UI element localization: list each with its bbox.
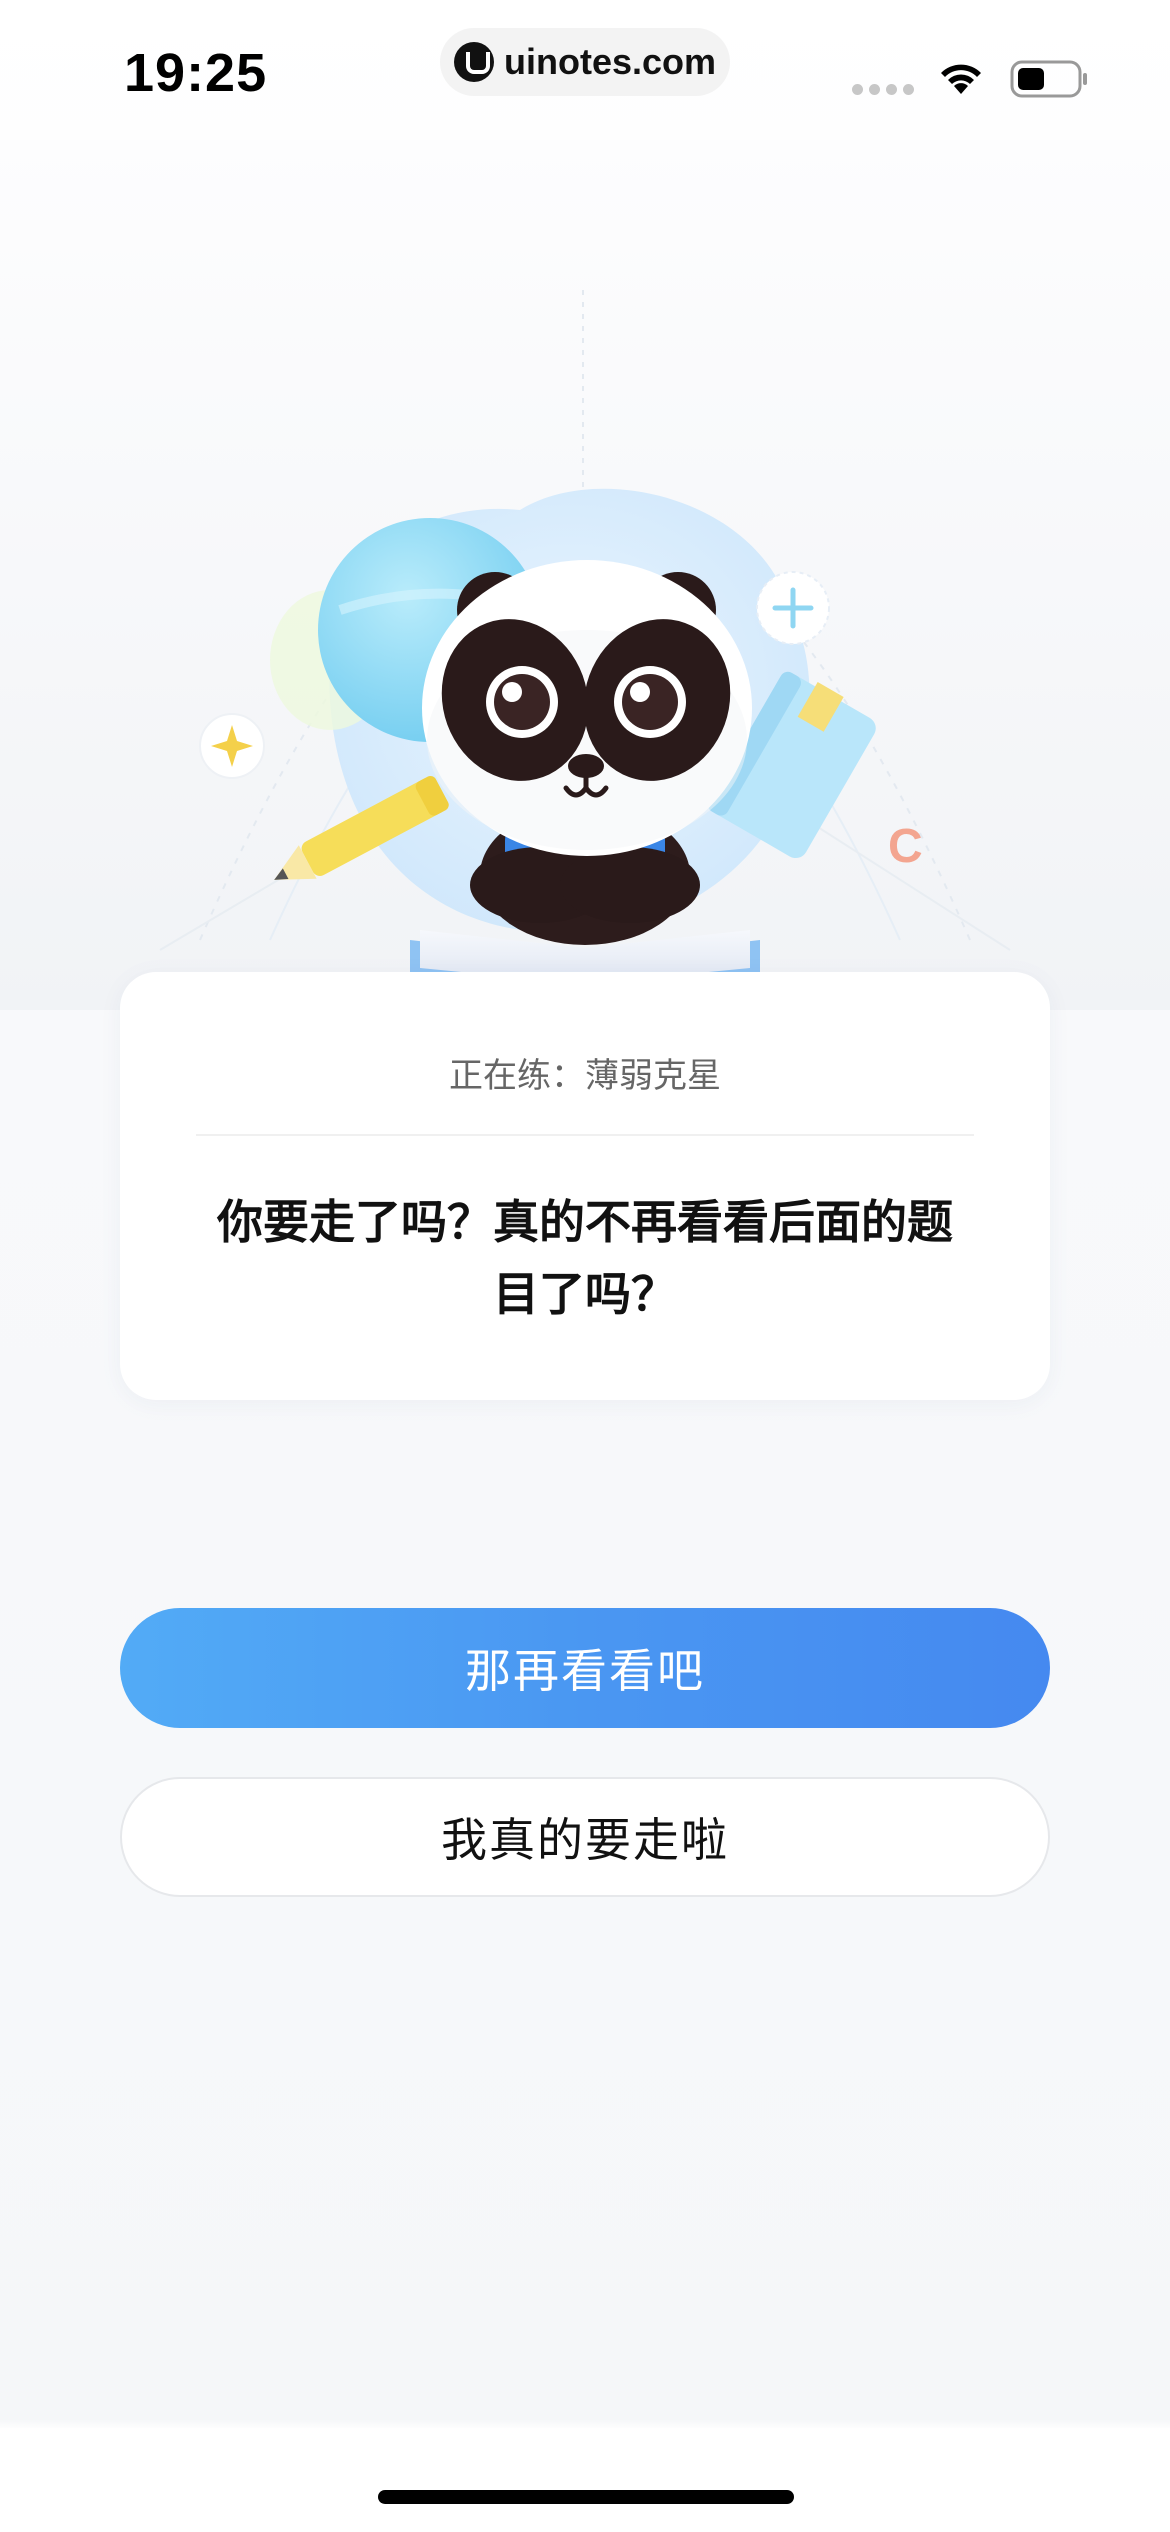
wifi-icon [941,64,981,94]
status-time: 19:25 [124,43,268,103]
practice-label: 正在练：薄弱克星 [449,1056,721,1096]
home-indicator[interactable] [378,2490,794,2504]
signal-icon [852,84,914,95]
url-text: uinotes.com [503,41,717,82]
status-bar: 19:25 uinotes.com [0,0,1170,140]
card-divider [196,1134,974,1136]
stay-button[interactable]: 那再看看吧 [120,1608,1050,1728]
url-pill[interactable]: uinotes.com [440,28,730,96]
svg-text:C: C [888,820,923,873]
hero-illustration: C [0,140,1170,1010]
leave-question: 你要走了吗？真的不再看看后面的题 目了吗？ [190,1186,980,1330]
question-line-2: 目了吗？ [493,1267,677,1321]
leave-button[interactable]: 我真的要走啦 [120,1777,1050,1897]
question-line-1: 你要走了吗？真的不再看看后面的题 [217,1195,953,1249]
practice-card: 正在练：薄弱克星 你要走了吗？真的不再看看后面的题 目了吗？ [120,972,1050,1400]
bottom-bar [0,2428,1170,2532]
site-logo-icon [453,42,494,82]
battery-icon [1010,60,1087,98]
panda-illustration: C [159,290,1011,992]
